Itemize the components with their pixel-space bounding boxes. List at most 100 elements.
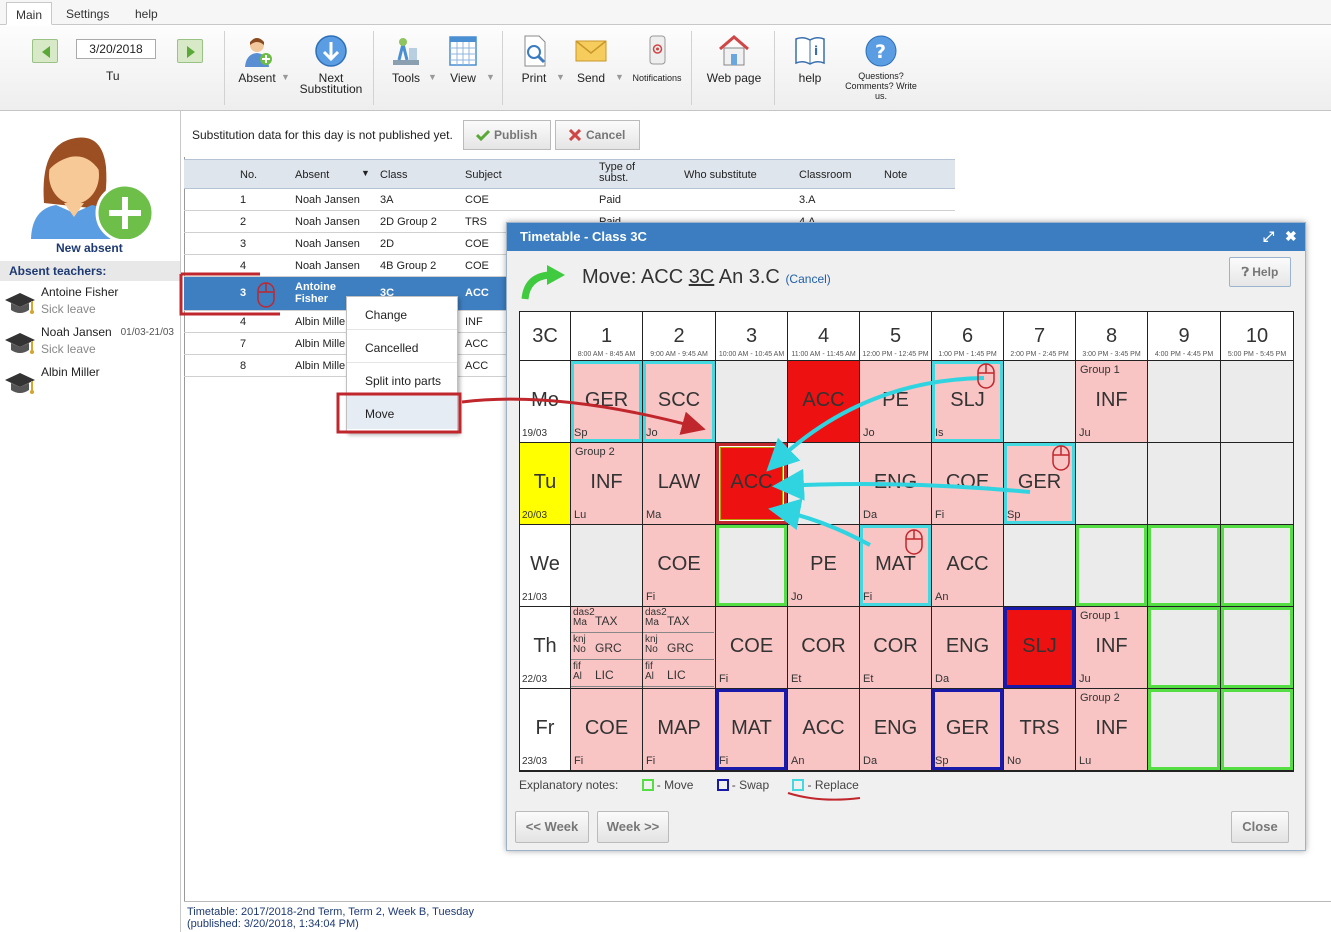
timetable-cell[interactable] <box>1148 443 1220 524</box>
chevron-down-icon[interactable]: ▼ <box>556 72 565 82</box>
timetable-cell[interactable]: GER Sp <box>932 689 1003 770</box>
web-page-button[interactable]: Web page <box>704 34 764 84</box>
timetable-cell[interactable] <box>1076 443 1147 524</box>
timetable-cell[interactable] <box>1221 361 1293 442</box>
send-button[interactable]: Send <box>574 34 608 84</box>
timetable-cell[interactable]: Group 2 INF Lu <box>1076 689 1147 770</box>
timetable-cell[interactable]: Group 2 INF Lu <box>571 443 642 524</box>
timetable-cell[interactable]: GER Sp <box>1004 443 1075 524</box>
timetable-cell[interactable]: GER Sp <box>571 361 642 442</box>
timetable-cell[interactable] <box>1148 607 1220 688</box>
tab-settings[interactable]: Settings <box>57 2 118 25</box>
absent-teacher-item[interactable]: Noah Jansen Sick leave 01/03-21/03 <box>4 323 180 361</box>
timetable-cell[interactable]: COR Et <box>788 607 859 688</box>
timetable-cell[interactable]: ENG Da <box>932 607 1003 688</box>
timetable-cell[interactable]: MAT Fi <box>716 689 787 770</box>
timetable-cell[interactable] <box>1221 525 1293 606</box>
cancel-move-link[interactable]: (Cancel) <box>785 272 830 286</box>
sort-desc-icon[interactable]: ▼ <box>361 168 370 178</box>
timetable-cell[interactable]: TRS No <box>1004 689 1075 770</box>
timetable-cell[interactable] <box>1221 607 1293 688</box>
notifications-button[interactable]: Notifications <box>629 34 685 84</box>
split-lesson[interactable]: knj No GRC <box>571 634 642 660</box>
col-subject[interactable]: Subject <box>465 169 502 181</box>
absent-teacher-item[interactable]: Albin Miller <box>4 363 180 401</box>
new-absent-link[interactable]: New absent <box>56 241 123 255</box>
selected-lesson-cell[interactable]: ACC <box>716 443 787 524</box>
split-lesson[interactable]: das2 Ma TAX <box>571 607 642 633</box>
split-lesson[interactable]: knj No GRC <box>643 634 714 660</box>
timetable-cell[interactable]: ENG Da <box>860 689 931 770</box>
timetable-cell[interactable]: das2 Ma TAX knj No GRC fif Al LIC <box>643 607 715 688</box>
chevron-down-icon[interactable]: ▼ <box>486 72 495 82</box>
split-lesson[interactable]: fif Al LIC <box>571 661 642 687</box>
split-lesson[interactable]: fif Al LIC <box>643 661 714 687</box>
tab-main[interactable]: Main <box>6 2 53 25</box>
timetable-cell[interactable] <box>716 361 787 442</box>
timetable-cell[interactable] <box>1221 689 1293 770</box>
timetable-cell[interactable]: COE Fi <box>932 443 1003 524</box>
timetable-cell[interactable]: COR Et <box>860 607 931 688</box>
questions-button[interactable]: ? Questions? Comments? Write us. <box>843 34 919 101</box>
timetable-cell[interactable]: SLJ <box>1004 607 1075 688</box>
timetable-cell[interactable]: MAT Fi <box>860 525 931 606</box>
prev-week-button[interactable]: << Week <box>515 811 589 843</box>
timetable-cell[interactable] <box>1148 361 1220 442</box>
timetable-cell[interactable] <box>788 443 859 524</box>
timetable-cell[interactable]: SLJ Is <box>932 361 1003 442</box>
chevron-down-icon[interactable]: ▼ <box>428 72 437 82</box>
timetable-cell[interactable]: Group 1 INF Ju <box>1076 361 1147 442</box>
date-field[interactable]: 3/20/2018 <box>76 39 156 59</box>
menu-item-cancelled[interactable]: Cancelled <box>347 330 457 363</box>
split-lesson[interactable]: das2 Ma TAX <box>643 607 714 633</box>
timetable-cell[interactable] <box>1004 361 1075 442</box>
dialog-help-button[interactable]: ❓︎ Help <box>1229 257 1291 287</box>
timetable-cell[interactable]: COE Fi <box>571 689 642 770</box>
next-substitution-button[interactable]: Next Substitution <box>297 34 365 95</box>
print-button[interactable]: Print <box>517 34 551 84</box>
timetable-cell[interactable]: das2 Ma TAX knj No GRC fif Al LIC <box>571 607 642 688</box>
close-icon[interactable]: ✖ <box>1285 228 1297 245</box>
col-who[interactable]: Who substitute <box>684 169 757 181</box>
timetable-cell[interactable]: Group 1 INF Ju <box>1076 607 1147 688</box>
view-button[interactable]: View <box>446 34 480 84</box>
timetable-cell[interactable]: ACC An <box>932 525 1003 606</box>
timetable-cell[interactable]: ACC <box>788 361 859 442</box>
timetable-cell[interactable]: COE Fi <box>643 525 715 606</box>
chevron-down-icon[interactable]: ▼ <box>281 72 290 82</box>
next-week-button[interactable]: Week >> <box>597 811 669 843</box>
absent-button[interactable]: Absent <box>236 34 278 84</box>
timetable-cell[interactable]: SCC Jo <box>643 361 715 442</box>
absent-teacher-item[interactable]: Antoine Fisher Sick leave <box>4 283 180 321</box>
table-row[interactable]: 1 Noah Jansen 3A COE Paid 3.A <box>184 189 955 211</box>
cancel-publish-button[interactable]: Cancel <box>555 120 640 150</box>
menu-item-move[interactable]: Move <box>347 396 457 429</box>
menu-item-change[interactable]: Change <box>347 297 457 330</box>
menu-item-split[interactable]: Split into parts <box>347 363 457 396</box>
timetable-cell[interactable] <box>1076 525 1147 606</box>
timetable-cell[interactable]: PE Jo <box>788 525 859 606</box>
timetable-cell[interactable]: LAW Ma <box>643 443 715 524</box>
timetable-cell[interactable] <box>571 525 642 606</box>
timetable-cell[interactable] <box>716 525 787 606</box>
col-absent[interactable]: Absent <box>295 169 329 181</box>
timetable-cell[interactable]: ACC An <box>788 689 859 770</box>
maximize-icon[interactable]: ⤢ <box>1263 228 1274 245</box>
timetable-cell[interactable]: ENG Da <box>860 443 931 524</box>
help-button[interactable]: i help <box>792 34 828 84</box>
chevron-down-icon[interactable]: ▼ <box>615 72 624 82</box>
tab-help[interactable]: help <box>126 2 167 25</box>
new-absent-avatar-icon[interactable] <box>26 117 156 243</box>
col-class[interactable]: Class <box>380 169 408 181</box>
timetable-cell[interactable] <box>1221 443 1293 524</box>
col-type[interactable]: Type of subst. <box>599 162 659 184</box>
timetable-cell[interactable]: PE Jo <box>860 361 931 442</box>
col-note[interactable]: Note <box>884 169 907 181</box>
timetable-cell[interactable] <box>1148 525 1220 606</box>
tools-button[interactable]: Tools <box>388 34 424 84</box>
timetable-cell[interactable]: COE Fi <box>716 607 787 688</box>
col-classroom[interactable]: Classroom <box>799 169 852 181</box>
close-button[interactable]: Close <box>1231 811 1289 843</box>
prev-day-button[interactable] <box>32 39 58 63</box>
publish-button[interactable]: Publish <box>463 120 551 150</box>
